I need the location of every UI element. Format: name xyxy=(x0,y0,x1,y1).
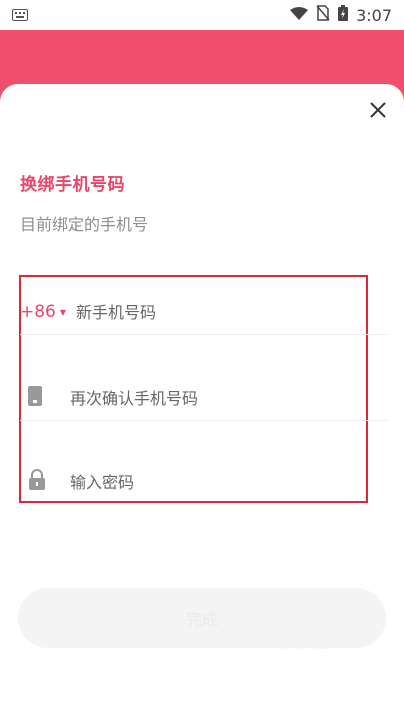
country-code-selector[interactable]: +86 ▼ xyxy=(20,302,66,322)
watermark-text: 天天游戏宝 xyxy=(274,638,329,651)
password-input[interactable] xyxy=(68,471,332,493)
submit-button[interactable]: 完成 xyxy=(18,588,386,648)
current-phone-label: 目前绑定的手机号 xyxy=(20,215,149,234)
password-row xyxy=(20,452,390,512)
divider xyxy=(20,420,388,421)
new-phone-row: +86 ▼ xyxy=(20,282,390,342)
phone-icon xyxy=(28,386,42,410)
battery-charging-icon xyxy=(338,5,349,25)
confirm-phone-input[interactable] xyxy=(68,387,332,409)
country-code-label: +86 xyxy=(20,302,56,322)
caret-down-icon: ▼ xyxy=(59,307,67,317)
status-time: 3:07 xyxy=(356,5,392,25)
new-phone-input[interactable] xyxy=(74,301,339,323)
keyboard-icon xyxy=(12,6,28,25)
close-icon xyxy=(369,101,387,123)
confirm-phone-row xyxy=(20,368,390,428)
lock-icon xyxy=(28,469,46,495)
page-title: 换绑手机号码 xyxy=(20,175,125,195)
wifi-icon xyxy=(290,6,309,25)
submit-label: 完成 xyxy=(185,610,218,629)
no-sim-icon xyxy=(316,5,330,25)
status-bar: 3:07 xyxy=(0,0,404,30)
divider xyxy=(20,334,388,335)
close-button[interactable] xyxy=(364,98,392,126)
